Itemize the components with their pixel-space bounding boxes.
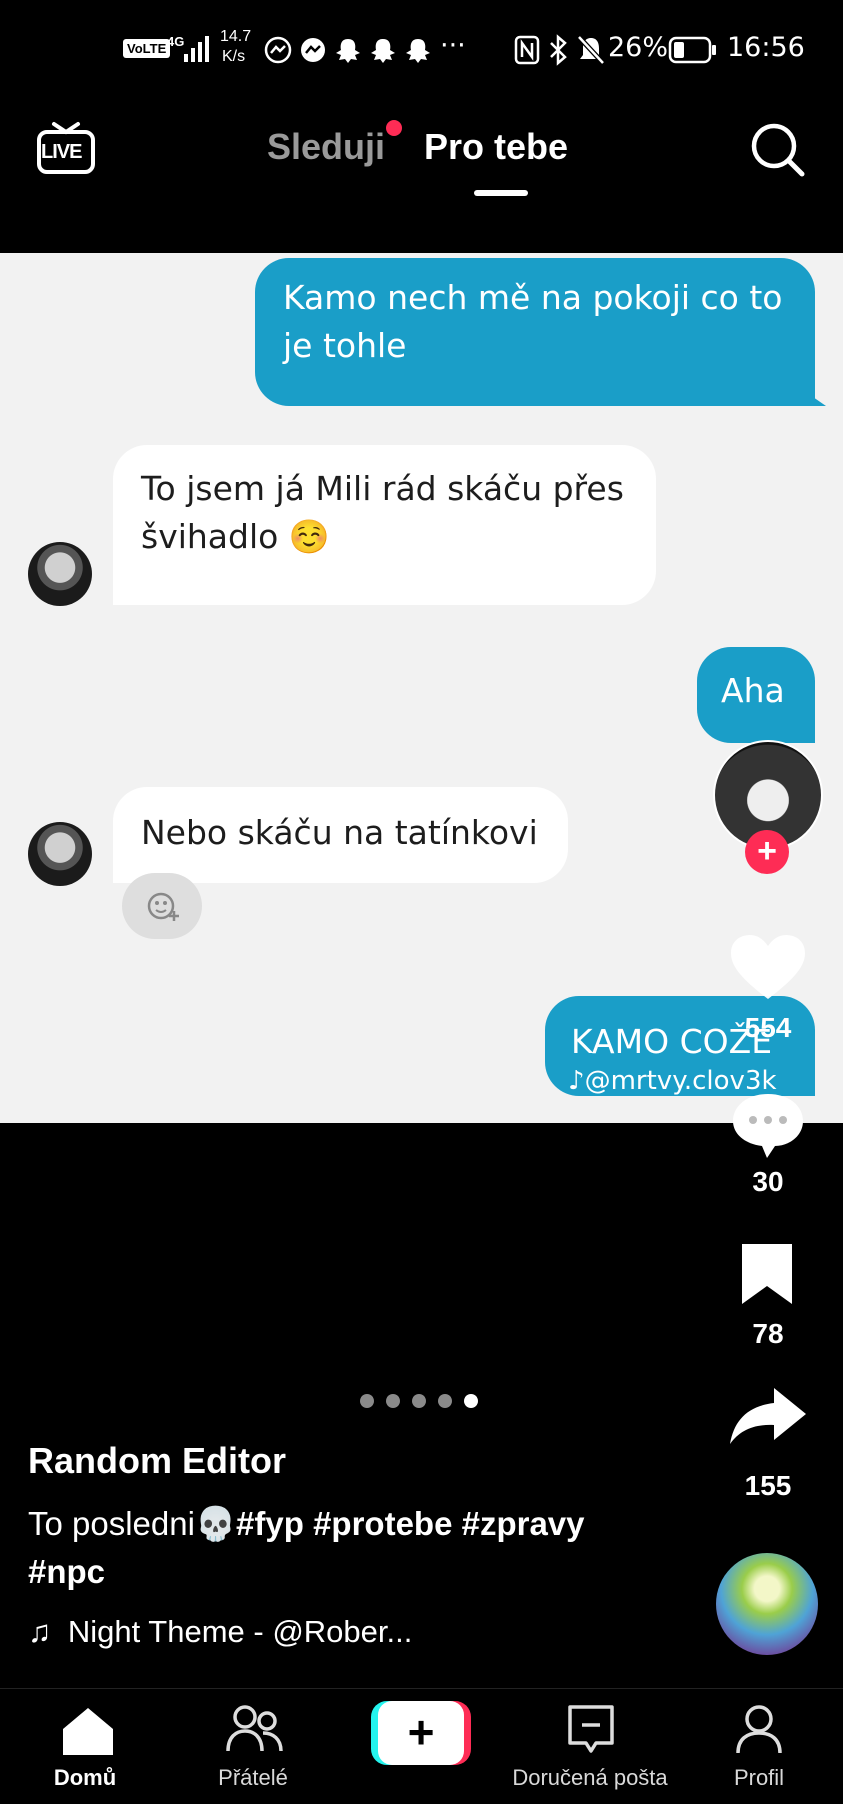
snapchat-icon xyxy=(406,39,430,63)
battery-icon xyxy=(668,36,716,64)
like-icon[interactable] xyxy=(729,933,807,1003)
message-received: To jsem já Mili rád skáču přes švihadlo … xyxy=(113,445,656,605)
nav-friends[interactable]: Přátelé xyxy=(169,1689,337,1804)
emoji-add-icon xyxy=(147,892,179,921)
search-icon[interactable] xyxy=(748,120,808,180)
tiktok-logo-icon: ♪ xyxy=(568,1066,585,1096)
caption: To posledni💀#fyp #protebe #zpravy #npc xyxy=(28,1500,648,1596)
network-speed-unit: K/s xyxy=(222,48,246,65)
messenger-icon xyxy=(264,36,292,64)
carousel-dot xyxy=(438,1394,452,1408)
active-tab-indicator xyxy=(474,190,528,196)
carousel-dot xyxy=(386,1394,400,1408)
share-icon[interactable] xyxy=(728,1384,808,1446)
mute-icon xyxy=(577,35,605,65)
comment-count: 30 xyxy=(752,1166,784,1197)
tab-following[interactable]: Sleduji xyxy=(267,126,385,168)
message-sent: Kamo nech mě na pokoji co to je tohle xyxy=(255,258,815,406)
carousel-dot xyxy=(360,1394,374,1408)
bookmark-icon[interactable] xyxy=(736,1240,798,1308)
bluetooth-icon xyxy=(550,34,567,66)
message-received: Nebo skáču na tatínkovi xyxy=(113,787,568,883)
nav-inbox[interactable]: Doručená pošta xyxy=(506,1689,674,1804)
carousel-dot-active xyxy=(464,1394,478,1408)
nfc-icon xyxy=(514,35,540,65)
bottom-nav: Domů Přátelé + Doručená pošta Profil xyxy=(0,1688,843,1804)
profile-icon xyxy=(736,1705,782,1754)
carousel-dot xyxy=(412,1394,426,1408)
comment-icon[interactable] xyxy=(729,1090,807,1160)
tab-for-you[interactable]: Pro tebe xyxy=(424,126,568,168)
avatar xyxy=(28,542,92,606)
music-title: Night Theme - @Rober... xyxy=(67,1614,413,1649)
avatar xyxy=(28,822,92,886)
share-count: 155 xyxy=(744,1470,792,1501)
battery-percent: 26% xyxy=(608,32,669,63)
signal-icon xyxy=(184,36,209,62)
inbox-icon xyxy=(568,1705,614,1753)
nav-inbox-label: Doručená pošta xyxy=(512,1765,668,1790)
nav-home[interactable]: Domů xyxy=(1,1689,169,1804)
live-label: LIVE xyxy=(41,141,82,163)
clock: 16:56 xyxy=(727,32,805,63)
snapchat-icon xyxy=(371,39,395,63)
notification-dot xyxy=(386,120,402,136)
messenger-icon xyxy=(301,38,325,62)
music-info[interactable]: ♫ Night Theme - @Rober... xyxy=(28,1614,412,1650)
carousel-indicator xyxy=(354,1394,484,1413)
nav-profile[interactable]: Profil xyxy=(675,1689,843,1804)
volte-badge: VoLTE xyxy=(123,39,171,58)
hashtag[interactable]: #npc xyxy=(28,1553,105,1590)
plus-icon: + xyxy=(378,1701,464,1765)
bookmark-count: 78 xyxy=(752,1318,784,1349)
friends-icon xyxy=(226,1705,283,1752)
react-button xyxy=(122,873,202,939)
create-button[interactable]: + xyxy=(371,1701,471,1765)
network-speed: 14.7 xyxy=(220,28,252,45)
music-note-icon: ♫ xyxy=(28,1614,52,1649)
more-icon: ··· xyxy=(440,30,466,61)
home-icon xyxy=(63,1708,113,1755)
bubble-tail xyxy=(800,388,826,406)
nav-home-label: Domů xyxy=(53,1765,117,1790)
author-name[interactable]: Random Editor xyxy=(28,1440,286,1482)
status-bar: VoLTE 4G 14.7 K/s ··· 26% 16:56 xyxy=(0,0,843,95)
follow-button[interactable]: + xyxy=(745,830,789,874)
music-disc[interactable] xyxy=(716,1553,818,1655)
snapchat-icon xyxy=(336,39,360,63)
message-sent: Aha xyxy=(697,647,815,743)
nav-friends-label: Přátelé xyxy=(218,1765,288,1790)
like-count: 554 xyxy=(744,1012,792,1043)
hashtags[interactable]: #fyp #protebe #zpravy xyxy=(236,1505,584,1542)
caption-text: To posledni💀 xyxy=(28,1505,237,1542)
live-button[interactable]: LIVE xyxy=(36,118,96,178)
nav-profile-label: Profil xyxy=(733,1765,785,1790)
